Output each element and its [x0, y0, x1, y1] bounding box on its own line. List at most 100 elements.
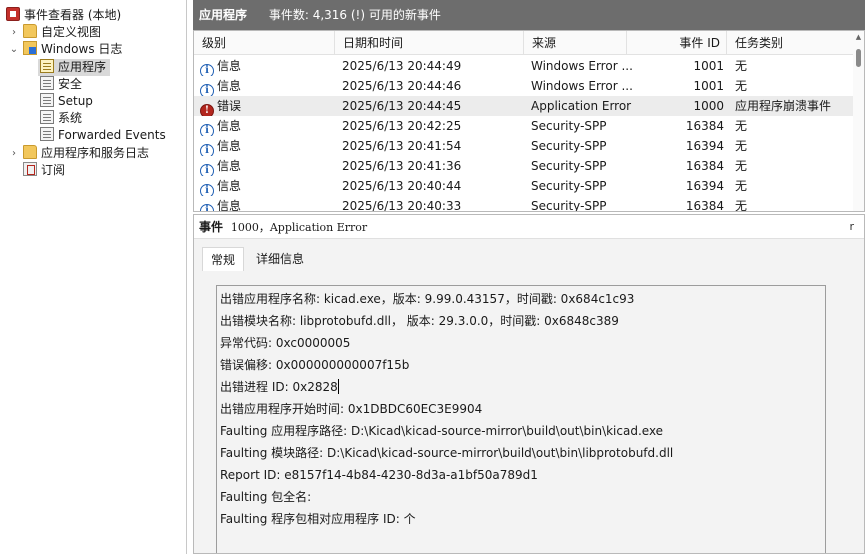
- table-row[interactable]: i 信息 2025/6/13 20:41:36 Security-SPP 16384 无: [194, 156, 854, 176]
- chevron-right-icon[interactable]: ›: [8, 24, 20, 41]
- cell-datetime: 2025/6/13 20:44:45: [342, 99, 462, 113]
- detail-line: Faulting 模块路径: D:\Kicad\kicad-source-mir…: [220, 446, 674, 460]
- detail-header: 事件 1000，Application Error r: [194, 215, 864, 239]
- detail-event-id: 1000，Application Error: [230, 221, 368, 234]
- tree-item-setup-log[interactable]: Setup: [40, 93, 93, 110]
- log-icon: [40, 110, 54, 124]
- tree-item-forwarded-events[interactable]: Forwarded Events: [40, 127, 166, 144]
- detail-line-with-caret: 出错进程 ID: 0x2828: [220, 377, 339, 397]
- info-circle-icon: i: [200, 204, 214, 211]
- scroll-up-icon[interactable]: ▲: [853, 33, 864, 41]
- log-header-bar: 应用程序 事件数: 4,316 (!) 可用的新事件: [193, 0, 865, 30]
- tree-item-label: 订阅: [41, 163, 66, 177]
- detail-line: 错误偏移: 0x000000000007f15b: [220, 358, 410, 372]
- table-row[interactable]: i 信息 2025/6/13 20:40:33 Security-SPP 16384 无: [194, 196, 854, 212]
- cell-source: Security-SPP: [531, 159, 607, 173]
- column-header-event-id[interactable]: 事件 ID: [627, 31, 727, 55]
- log-icon: [40, 127, 54, 141]
- cell-event-id: 16384: [685, 119, 724, 133]
- level-label: 信息: [217, 179, 242, 193]
- cell-level: i 信息: [200, 136, 335, 156]
- level-label: 信息: [217, 159, 242, 173]
- vertical-scrollbar[interactable]: ▲: [853, 31, 864, 211]
- tree-item-label: Forwarded Events: [58, 128, 166, 142]
- cell-event-id: 16384: [685, 199, 724, 212]
- log-title: 应用程序: [199, 8, 248, 22]
- info-circle-icon: i: [200, 64, 214, 76]
- detail-line: 出错应用程序名称: kicad.exe，版本: 9.99.0.43157，时间戳…: [220, 292, 635, 306]
- column-header-level[interactable]: 级别: [194, 31, 335, 55]
- cell-event-id: 1000: [693, 99, 724, 113]
- table-row[interactable]: i 信息 2025/6/13 20:44:46 Windows Error ... 10…: [194, 76, 854, 96]
- close-icon[interactable]: r: [849, 215, 854, 239]
- tree-root-label: 事件查看器 (本地): [24, 8, 122, 22]
- table-row[interactable]: i 信息 2025/6/13 20:40:44 Security-SPP 16394 无: [194, 176, 854, 196]
- cell-source: Application Error: [531, 99, 632, 113]
- tree-item-subscriptions[interactable]: 订阅: [23, 162, 65, 179]
- tree-item-label: 应用程序和服务日志: [41, 146, 150, 160]
- log-icon: [40, 76, 54, 90]
- event-list-header: 级别 日期和时间 来源 事件 ID 任务类别: [194, 31, 854, 55]
- detail-line: 出错模块名称: libprotobufd.dll， 版本: 29.3.0.0，时…: [220, 314, 619, 328]
- cell-event-id: 16394: [685, 139, 724, 153]
- tree-item-label: 自定义视图: [41, 25, 102, 39]
- cell-datetime: 2025/6/13 20:40:44: [342, 179, 462, 193]
- tree-item-custom-views[interactable]: › 自定义视图: [12, 24, 102, 41]
- chevron-down-icon[interactable]: ⌄: [8, 41, 20, 58]
- tree-root[interactable]: 事件查看器 (本地): [6, 7, 121, 24]
- level-label: 信息: [217, 139, 242, 153]
- cell-datetime: 2025/6/13 20:41:54: [342, 139, 462, 153]
- cell-event-id: 1001: [693, 59, 724, 73]
- table-row[interactable]: i 信息 2025/6/13 20:44:49 Windows Error ... 10…: [194, 56, 854, 76]
- info-circle-icon: i: [200, 184, 214, 196]
- table-row[interactable]: ! 错误 2025/6/13 20:44:45 Application Error 10…: [194, 96, 854, 116]
- tab-details[interactable]: 详细信息: [248, 247, 312, 271]
- info-circle-icon: i: [200, 164, 214, 176]
- tree-item-app-service-logs[interactable]: › 应用程序和服务日志: [12, 145, 150, 162]
- cell-task-category: 无: [735, 179, 748, 193]
- cell-task-category: 无: [735, 79, 748, 93]
- tree-item-application-log[interactable]: 应用程序: [38, 59, 110, 76]
- cell-datetime: 2025/6/13 20:44:46: [342, 79, 462, 93]
- detail-line: Faulting 包全名:: [220, 490, 312, 504]
- tree-item-label: 应用程序: [58, 60, 107, 74]
- cell-task-category: 无: [735, 59, 748, 73]
- detail-line: 出错应用程序开始时间: 0x1DBDC60EC3E9904: [220, 402, 483, 416]
- info-circle-icon: i: [200, 84, 214, 96]
- cell-source: Windows Error ...: [531, 59, 633, 73]
- detail-line: Faulting 应用程序路径: D:\Kicad\kicad-source-m…: [220, 424, 664, 438]
- cell-level: i 信息: [200, 76, 335, 96]
- application-log-icon: [40, 59, 54, 73]
- tab-general[interactable]: 常规: [202, 247, 245, 271]
- cell-datetime: 2025/6/13 20:42:25: [342, 119, 462, 133]
- tree-item-label: Windows 日志: [41, 42, 123, 56]
- event-viewer-icon: [6, 7, 20, 21]
- tree-item-system-log[interactable]: 系统: [40, 110, 82, 127]
- column-header-task-category[interactable]: 任务类别: [727, 31, 854, 55]
- cell-event-id: 1001: [693, 79, 724, 93]
- cell-level: i 信息: [200, 176, 335, 196]
- cell-task-category: 无: [735, 119, 748, 133]
- tree-item-label: Setup: [58, 94, 93, 108]
- column-header-datetime[interactable]: 日期和时间: [335, 31, 524, 55]
- folder-icon: [23, 24, 37, 38]
- tree-item-security-log[interactable]: 安全: [40, 76, 82, 93]
- column-header-source[interactable]: 来源: [524, 31, 627, 55]
- cell-source: Security-SPP: [531, 179, 607, 193]
- tree-item-label: 安全: [58, 77, 83, 91]
- chevron-right-icon[interactable]: ›: [8, 145, 20, 162]
- cell-event-id: 16394: [685, 179, 724, 193]
- event-description-box[interactable]: 出错应用程序名称: kicad.exe，版本: 9.99.0.43157，时间戳…: [216, 285, 826, 553]
- scrollbar-thumb[interactable]: [856, 49, 861, 67]
- cell-level: i 信息: [200, 56, 335, 76]
- cell-level: i 信息: [200, 116, 335, 136]
- folder-icon: [23, 145, 37, 159]
- cell-level: i 信息: [200, 156, 335, 176]
- subscriptions-icon: [23, 162, 37, 176]
- tree-item-windows-logs[interactable]: ⌄ Windows 日志: [10, 41, 123, 58]
- table-row[interactable]: i 信息 2025/6/13 20:41:54 Security-SPP 16394 无: [194, 136, 854, 156]
- cell-level: ! 错误: [200, 96, 335, 116]
- table-row[interactable]: i 信息 2025/6/13 20:42:25 Security-SPP 16384 无: [194, 116, 854, 136]
- log-icon: [40, 93, 54, 107]
- windows-folder-icon: [23, 41, 37, 55]
